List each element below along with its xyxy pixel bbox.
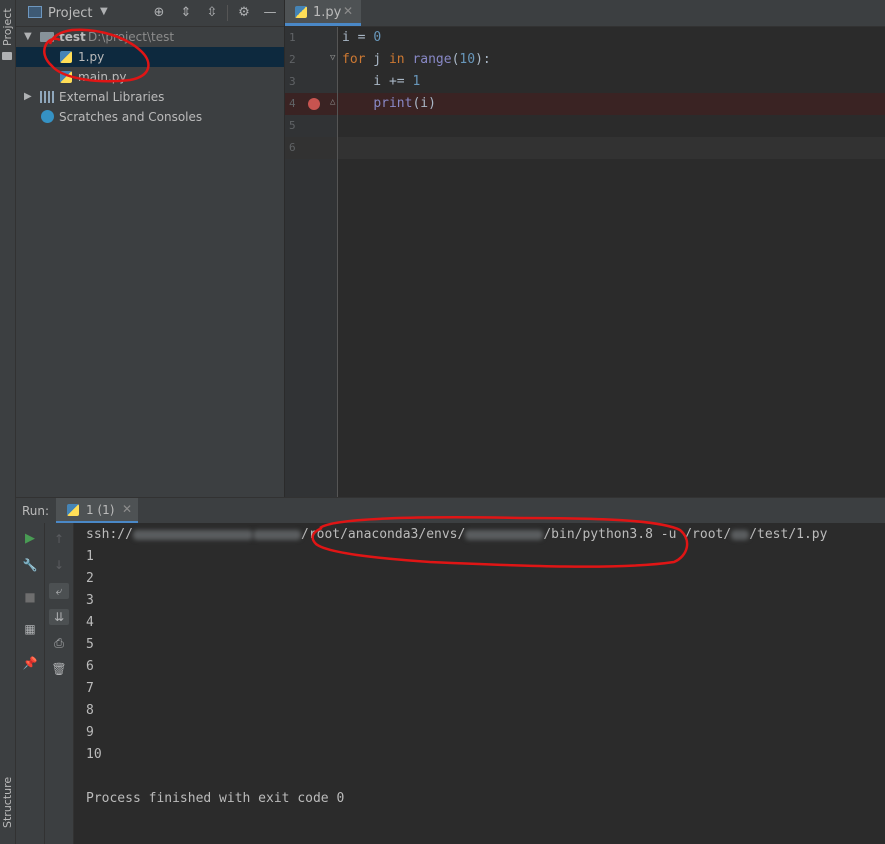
command-line: ssh:///root/anaconda3/envs//bin/python3.… [86, 527, 828, 542]
code-line-3: i += 1 [342, 74, 421, 89]
output-line: 1 [86, 549, 94, 564]
python-file-icon [295, 6, 307, 18]
close-icon[interactable]: ✕ [343, 4, 353, 18]
stop-icon[interactable]: ■ [22, 589, 38, 605]
layout-icon[interactable]: ▦ [22, 621, 38, 637]
chevron-right-icon[interactable]: ▶ [24, 87, 32, 107]
trash-icon[interactable]: 🗑 [51, 661, 67, 677]
soft-wrap-icon[interactable]: ⤶ [49, 583, 69, 599]
header-divider [227, 5, 228, 21]
file-name: 1.py [78, 50, 105, 64]
run-toolbar-left: ▶ 🔧 ■ ▦ 📌 [16, 523, 45, 844]
rerun-icon[interactable]: ▶ [22, 531, 38, 547]
run-panel-header: Run: 1 (1) ✕ [16, 497, 885, 524]
tree-label: External Libraries [59, 90, 165, 104]
output-line: 3 [86, 593, 94, 608]
run-label: Run: [22, 504, 50, 518]
output-line: 2 [86, 571, 94, 586]
project-panel-header: Project ▼ ⊕ ⇕ ⇳ ⚙ — [16, 0, 284, 27]
tab-label: 1.py [313, 5, 342, 20]
code-editor[interactable]: i = 0 for j in range(10): i += 1 print(i… [338, 27, 885, 497]
collapse-all-icon[interactable]: ⇳ [204, 5, 220, 21]
run-tab[interactable]: 1 (1) ✕ [56, 498, 138, 524]
gear-icon[interactable]: ⚙ [236, 5, 252, 21]
exit-message: Process finished with exit code 0 [86, 791, 345, 806]
console-output[interactable]: ssh:///root/anaconda3/envs//bin/python3.… [74, 523, 885, 844]
output-line: 9 [86, 725, 94, 740]
left-tool-strip: Project Structure [0, 0, 16, 844]
locate-icon[interactable]: ⊕ [151, 5, 167, 21]
library-icon [40, 91, 54, 103]
redacted-port [252, 529, 301, 540]
pin-icon[interactable]: 📌 [22, 655, 38, 671]
wrench-icon[interactable]: 🔧 [22, 557, 38, 573]
editor-gutter: 1 2 3 4 5 6 ▽ △ [285, 27, 338, 497]
tree-item-scratches[interactable]: Scratches and Consoles [16, 107, 284, 127]
close-icon[interactable]: ✕ [122, 502, 132, 516]
scroll-to-end-icon[interactable]: ⇊ [49, 609, 69, 625]
project-view-icon [28, 6, 42, 18]
line-number: 4 [289, 97, 296, 110]
project-panel: Project ▼ ⊕ ⇕ ⇳ ⚙ — ▼ test D:\project\te… [16, 0, 284, 497]
line-number: 1 [289, 31, 296, 44]
output-line: 6 [86, 659, 94, 674]
print-icon[interactable]: ⎙ [51, 635, 67, 651]
breakpoint-icon[interactable] [308, 98, 320, 110]
output-line: 10 [86, 747, 102, 762]
editor-tab-bar: 1.py ✕ [285, 0, 885, 27]
minimize-icon[interactable]: — [262, 5, 278, 21]
code-line-1: i = 0 [342, 30, 382, 45]
python-file-icon [60, 71, 72, 83]
output-line: 5 [86, 637, 94, 652]
python-file-icon [60, 51, 72, 63]
tab-1py[interactable]: 1.py ✕ [285, 0, 361, 26]
root-folder-path: D:\project\test [88, 30, 175, 44]
code-line-4: print(i) [373, 96, 436, 111]
line-number: 6 [289, 141, 296, 154]
python-file-icon [67, 504, 79, 516]
tree-item-mainpy[interactable]: main.py [16, 67, 284, 87]
output-line: 4 [86, 615, 94, 630]
project-view-selector[interactable]: Project [48, 6, 92, 21]
tree-item-external-libraries[interactable]: ▶ External Libraries [16, 87, 284, 107]
tree-label: Scratches and Consoles [59, 110, 203, 124]
expand-all-icon[interactable]: ⇕ [178, 5, 194, 21]
fold-end-icon[interactable]: △ [330, 97, 335, 107]
folder-icon [2, 52, 12, 60]
chevron-down-icon[interactable]: ▼ [24, 27, 32, 47]
run-tab-label: 1 (1) [86, 503, 115, 517]
file-name: main.py [78, 70, 127, 84]
code-line-2: for j in range(10): [342, 52, 491, 67]
redacted-host [132, 529, 253, 540]
project-tool-button[interactable]: Project [1, 8, 14, 46]
chevron-down-icon[interactable]: ▼ [100, 6, 108, 17]
redacted-dir [731, 529, 750, 540]
run-toolbar-right: ↑ ↓ ⤶ ⇊ ⎙ 🗑 [45, 523, 74, 844]
tree-item-1py[interactable]: 1.py [16, 47, 284, 67]
arrow-down-icon[interactable]: ↓ [51, 557, 67, 573]
line-number: 3 [289, 75, 296, 88]
output-line: 7 [86, 681, 94, 696]
caret-line-highlight [338, 137, 885, 159]
tree-root-test[interactable]: ▼ test D:\project\test [16, 27, 284, 47]
folder-icon [40, 32, 54, 42]
line-number: 2 [289, 53, 296, 66]
scratches-icon [41, 110, 54, 123]
line-number: 5 [289, 119, 296, 132]
structure-tool-button[interactable]: Structure [1, 777, 14, 828]
redacted-env [465, 529, 544, 540]
fold-icon[interactable]: ▽ [330, 53, 335, 63]
arrow-up-icon[interactable]: ↑ [51, 531, 67, 547]
root-folder-name: test [59, 30, 86, 44]
output-line: 8 [86, 703, 94, 718]
